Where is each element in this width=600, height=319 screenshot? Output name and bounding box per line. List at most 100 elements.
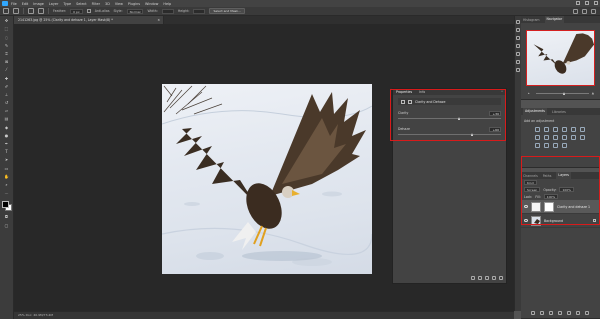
marquee-tool-icon[interactable]: ⬚ <box>3 26 10 32</box>
threshold-icon[interactable] <box>544 143 549 148</box>
quick-mask-icon[interactable]: ◘ <box>3 214 10 220</box>
blend-mode-select[interactable]: Screen <box>524 187 541 192</box>
hue-icon[interactable] <box>580 127 585 132</box>
photo-filter-icon[interactable] <box>553 135 558 140</box>
styles-icon[interactable] <box>516 60 520 64</box>
shape-tool-icon[interactable]: ▭ <box>3 166 10 172</box>
navigator-preview[interactable] <box>526 30 595 86</box>
tab-navigator[interactable]: Navigator <box>544 16 565 23</box>
marquee-tool-icon[interactable] <box>13 8 19 14</box>
home-icon[interactable] <box>3 8 9 14</box>
zoom-in-icon[interactable]: ▲ <box>592 91 594 95</box>
clarity-value-input[interactable]: +30 <box>489 111 501 116</box>
eye-icon[interactable] <box>524 219 528 222</box>
vibrance-icon[interactable] <box>571 127 576 132</box>
lasso-tool-icon[interactable]: ◌ <box>3 35 10 41</box>
menu-edit[interactable]: Edit <box>22 2 29 6</box>
menu-window[interactable]: Window <box>145 2 158 6</box>
menu-plugins[interactable]: Plugins <box>128 2 140 6</box>
healing-tool-icon[interactable]: ✚ <box>3 76 10 82</box>
add-selection-icon[interactable] <box>38 8 44 14</box>
gradient-map-icon[interactable] <box>553 143 558 148</box>
more-tools-icon[interactable]: … <box>3 190 10 196</box>
add-mask-icon[interactable] <box>549 311 553 315</box>
menu-file[interactable]: File <box>11 2 17 6</box>
menu-type[interactable]: Type <box>63 2 71 6</box>
history-brush-icon[interactable]: ↺ <box>3 100 10 106</box>
brush-settings-icon[interactable] <box>516 44 520 48</box>
curves-icon[interactable] <box>553 127 558 132</box>
menu-layer[interactable]: Layer <box>49 2 58 6</box>
foreground-color-swatch[interactable] <box>1 201 9 209</box>
select-and-mask-button[interactable]: Select and Mask... <box>209 8 245 14</box>
document-tab[interactable]: 2141263.jpg @ 25% (Clarity and dehaze 1,… <box>14 16 164 24</box>
menu-image[interactable]: Image <box>33 2 44 6</box>
antialias-checkbox[interactable] <box>86 9 91 13</box>
eye-icon[interactable] <box>524 205 528 208</box>
delete-layer-icon[interactable] <box>585 311 589 315</box>
screen-mode-icon[interactable]: ▢ <box>3 223 10 229</box>
menu-help[interactable]: Help <box>163 2 171 6</box>
gradient-tool-icon[interactable]: ▤ <box>3 116 10 122</box>
fill-input[interactable]: 100% <box>543 194 559 199</box>
hand-tool-icon[interactable]: ✋ <box>3 174 10 180</box>
menu-view[interactable]: View <box>115 2 123 6</box>
frame-tool-icon[interactable]: ⊠ <box>3 59 10 65</box>
new-group-icon[interactable] <box>567 311 571 315</box>
style-select[interactable]: Normal <box>126 8 144 14</box>
tab-adjustments[interactable]: Adjustments <box>523 108 547 115</box>
share-icon[interactable] <box>591 9 596 14</box>
zoom-slider-thumb[interactable] <box>562 91 565 95</box>
tab-layers[interactable]: Layers <box>556 172 571 179</box>
color-swatches[interactable] <box>1 200 13 212</box>
eraser-tool-icon[interactable]: ▱ <box>3 108 10 114</box>
lookup-icon[interactable] <box>571 135 576 140</box>
tab-info[interactable]: Info <box>419 90 425 94</box>
visibility-icon[interactable] <box>492 276 496 280</box>
dehaze-slider-track[interactable] <box>398 134 501 135</box>
type-tool-icon[interactable]: T <box>3 149 10 155</box>
stamp-tool-icon[interactable]: ⊥ <box>3 92 10 98</box>
collapse-icon[interactable]: « <box>501 89 503 93</box>
opacity-input[interactable]: 100% <box>559 187 575 192</box>
maximize-icon[interactable] <box>585 1 589 5</box>
move-tool-icon[interactable]: ✥ <box>3 18 10 24</box>
new-adjustment-icon[interactable] <box>558 311 562 315</box>
eyedropper-tool-icon[interactable]: ⁄ <box>3 67 10 73</box>
posterize-icon[interactable] <box>535 143 540 148</box>
color-balance-icon[interactable] <box>535 135 540 140</box>
height-input[interactable] <box>193 8 206 14</box>
layer-mask-thumbnail[interactable] <box>544 201 554 212</box>
pen-tool-icon[interactable]: ✒ <box>3 141 10 147</box>
path-select-tool-icon[interactable]: ➤ <box>3 157 10 163</box>
channel-mixer-icon[interactable] <box>562 135 567 140</box>
glyphs-icon[interactable] <box>516 52 520 56</box>
invert-icon[interactable] <box>580 135 585 140</box>
tab-properties[interactable]: Properties <box>396 90 412 94</box>
menu-3d[interactable]: 3D <box>105 2 110 6</box>
brush-tool-icon[interactable]: ✐ <box>3 84 10 90</box>
tab-libraries[interactable]: Libraries <box>552 110 566 114</box>
reset-icon[interactable] <box>485 276 489 280</box>
blur-tool-icon[interactable]: ◆ <box>3 125 10 131</box>
crop-tool-icon[interactable]: ⌗ <box>3 51 10 57</box>
eagle-photo[interactable] <box>162 84 372 274</box>
layer-row[interactable]: Background <box>521 214 600 228</box>
selective-color-icon[interactable] <box>562 143 567 148</box>
link-layers-icon[interactable] <box>531 311 535 315</box>
tab-channels[interactable]: Channels <box>523 174 538 178</box>
zoom-tool-icon[interactable]: ⌕ <box>3 182 10 188</box>
new-layer-icon[interactable] <box>576 311 580 315</box>
dehaze-slider-thumb[interactable] <box>470 133 473 136</box>
tab-paths[interactable]: Paths <box>543 174 552 178</box>
menu-filter[interactable]: Filter <box>92 2 100 6</box>
quick-select-tool-icon[interactable]: ✎ <box>3 43 10 49</box>
exposure-icon[interactable] <box>562 127 567 132</box>
width-input[interactable] <box>161 8 174 14</box>
clip-to-layer-icon[interactable] <box>471 276 475 280</box>
clarity-slider-thumb[interactable] <box>458 117 461 120</box>
close-icon[interactable]: × <box>157 16 160 24</box>
close-window-icon[interactable] <box>594 1 598 5</box>
feather-input[interactable]: 0 px <box>70 8 83 14</box>
history-icon[interactable] <box>516 20 520 24</box>
